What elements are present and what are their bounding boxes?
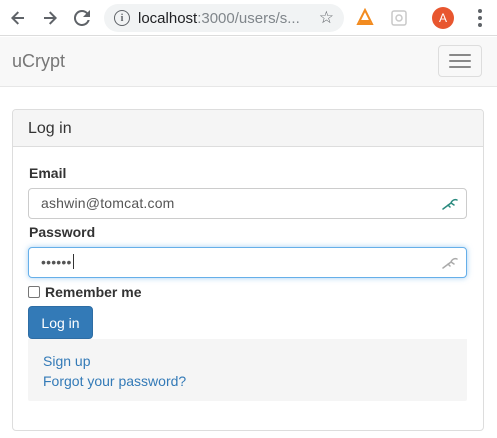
extension-icon[interactable] <box>389 8 409 28</box>
password-label: Password <box>29 224 96 240</box>
star-icon[interactable]: ☆ <box>319 8 334 28</box>
login-button[interactable]: Log in <box>28 306 93 339</box>
url-host: localhost <box>138 10 198 27</box>
reload-icon[interactable] <box>71 7 93 29</box>
forgot-password-link[interactable]: Forgot your password? <box>43 371 452 391</box>
app-navbar: uCrypt <box>0 37 497 87</box>
email-value: ashwin@tomcat.com <box>41 195 175 211</box>
url-path: :3000/users/s... <box>197 10 300 27</box>
info-icon[interactable]: i <box>114 10 130 26</box>
email-field[interactable]: ashwin@tomcat.com <box>28 188 467 219</box>
email-label: Email <box>29 165 67 181</box>
navbar-toggle-button[interactable] <box>438 45 482 77</box>
sign-up-link[interactable]: Sign up <box>43 351 452 371</box>
hamburger-icon-bar <box>449 60 471 62</box>
arrow-right-icon[interactable] <box>39 7 61 29</box>
browser-toolbar: i localhost:3000/users/s... ☆ A <box>0 0 497 36</box>
navbar-brand[interactable]: uCrypt <box>12 51 65 72</box>
text-caret <box>72 254 74 269</box>
key-icon[interactable] <box>442 197 458 211</box>
profile-avatar[interactable]: A <box>432 7 454 29</box>
more-vert-icon[interactable] <box>470 8 490 28</box>
extension-icon[interactable] <box>355 7 375 28</box>
login-panel: Log in Email ashwin@tomcat.com Password … <box>12 109 484 431</box>
panel-heading: Log in <box>13 110 483 147</box>
panel-title: Log in <box>28 120 72 137</box>
key-icon[interactable] <box>442 256 458 270</box>
password-field[interactable]: •••••• <box>28 247 467 278</box>
auth-links: Sign up Forgot your password? <box>28 339 467 401</box>
url-text: localhost:3000/users/s... <box>138 10 308 27</box>
remember-me-label[interactable]: Remember me <box>45 284 142 300</box>
hamburger-icon-bar <box>449 66 471 68</box>
hamburger-icon <box>449 54 471 56</box>
address-bar[interactable]: i localhost:3000/users/s... ☆ <box>104 4 344 32</box>
remember-me-row[interactable]: Remember me <box>28 284 142 300</box>
remember-me-checkbox[interactable] <box>28 286 40 298</box>
password-value: •••••• <box>41 254 72 270</box>
arrow-left-icon[interactable] <box>7 7 29 29</box>
